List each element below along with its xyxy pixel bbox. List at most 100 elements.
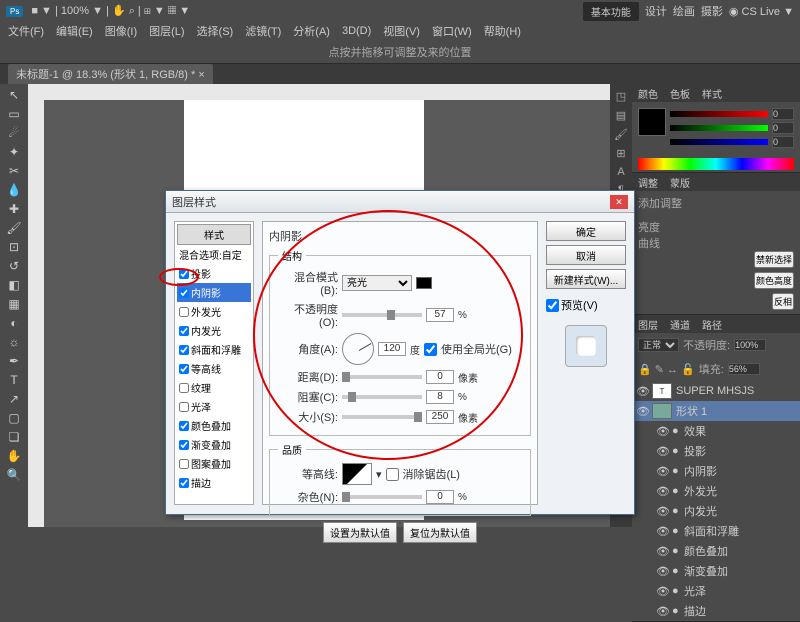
lock-icons[interactable]: 🔒 ✎ ↔ 🔓 [638, 363, 695, 376]
adjust-disable[interactable]: 禁新选择 [754, 251, 794, 268]
style-checkbox[interactable] [179, 421, 189, 431]
noise-value[interactable]: 0 [426, 490, 454, 504]
style-item-投影[interactable]: 投影 [177, 264, 251, 283]
choke-slider[interactable] [342, 395, 422, 399]
brush-panel-icon[interactable]: 🖌 [614, 128, 628, 141]
new-style-button[interactable]: 新建样式(W)... [546, 269, 626, 289]
layer-row[interactable]: 👁●效果 [632, 421, 800, 441]
pen-tool[interactable]: ✒ [3, 352, 25, 370]
r-value[interactable] [772, 108, 794, 120]
visibility-icon[interactable]: 👁 [656, 545, 668, 558]
contour-picker[interactable] [342, 463, 372, 485]
visibility-icon[interactable]: 👁 [656, 505, 668, 518]
visibility-icon[interactable]: 👁 [656, 525, 668, 538]
visibility-icon[interactable]: 👁 [656, 565, 668, 578]
blend-options-item[interactable]: 混合选项:自定 [177, 245, 251, 264]
make-default-button[interactable]: 设置为默认值 [323, 522, 397, 543]
opacity-slider[interactable] [342, 313, 422, 317]
layer-row[interactable]: 👁形状 1 [632, 401, 800, 421]
dialog-titlebar[interactable]: 图层样式 ✕ [166, 191, 634, 213]
style-item-外发光[interactable]: 外发光 [177, 302, 251, 321]
opacity-input[interactable] [734, 339, 766, 351]
layer-row[interactable]: 👁●渐变叠加 [632, 561, 800, 581]
layers-tab[interactable]: 图层 [632, 315, 664, 333]
style-checkbox[interactable] [179, 478, 189, 488]
fill-input[interactable] [728, 363, 760, 375]
dodge-tool[interactable]: ☼ [3, 333, 25, 351]
shape-tool[interactable]: ▢ [3, 409, 25, 427]
channels-tab[interactable]: 通道 [664, 315, 696, 333]
b-slider[interactable] [670, 139, 768, 145]
style-item-等高线[interactable]: 等高线 [177, 359, 251, 378]
global-light-checkbox[interactable] [424, 343, 437, 356]
workspace-draw[interactable]: 绘画 [673, 3, 695, 19]
visibility-icon[interactable]: 👁 [656, 585, 668, 598]
adjust-color[interactable]: 颜色高度 [754, 272, 794, 289]
b-value[interactable] [772, 136, 794, 148]
lasso-tool[interactable]: ☄ [3, 124, 25, 142]
style-item-渐变叠加[interactable]: 渐变叠加 [177, 435, 251, 454]
stamp-tool[interactable]: ⊡ [3, 238, 25, 256]
close-icon[interactable]: ✕ [610, 195, 628, 209]
menu-analysis[interactable]: 分析(A) [293, 23, 330, 39]
layer-row[interactable]: 👁●斜面和浮雕 [632, 521, 800, 541]
style-item-纹理[interactable]: 纹理 [177, 378, 251, 397]
style-item-颜色叠加[interactable]: 颜色叠加 [177, 416, 251, 435]
layer-row[interactable]: 👁TSUPER MHSJS [632, 381, 800, 401]
style-item-斜面和浮雕[interactable]: 斜面和浮雕 [177, 340, 251, 359]
visibility-icon[interactable]: 👁 [656, 445, 668, 458]
cancel-button[interactable]: 取消 [546, 245, 626, 265]
g-value[interactable] [772, 122, 794, 134]
menu-image[interactable]: 图像(I) [105, 23, 137, 39]
document-tab[interactable]: 未标题-1 @ 18.3% (形状 1, RGB/8) * × [8, 64, 213, 84]
history-brush-tool[interactable]: ↺ [3, 257, 25, 275]
style-checkbox[interactable] [179, 440, 189, 450]
color-tab[interactable]: 颜色 [632, 84, 664, 102]
style-item-内发光[interactable]: 内发光 [177, 321, 251, 340]
clone-icon[interactable]: ⊞ [616, 147, 625, 160]
hand-tool[interactable]: ✋ [3, 447, 25, 465]
menu-layer[interactable]: 图层(L) [149, 23, 184, 39]
menu-help[interactable]: 帮助(H) [484, 23, 521, 39]
menu-3d[interactable]: 3D(D) [342, 25, 371, 37]
size-slider[interactable] [342, 415, 422, 419]
menu-select[interactable]: 选择(S) [197, 23, 234, 39]
g-slider[interactable] [670, 125, 768, 131]
crop-tool[interactable]: ✂ [3, 162, 25, 180]
marquee-tool[interactable]: ▭ [3, 105, 25, 123]
type-tool[interactable]: T [3, 371, 25, 389]
heal-tool[interactable]: ✚ [3, 200, 25, 218]
style-checkbox[interactable] [179, 288, 189, 298]
style-checkbox[interactable] [179, 383, 189, 393]
style-item-图案叠加[interactable]: 图案叠加 [177, 454, 251, 473]
layer-row[interactable]: 👁●描边 [632, 601, 800, 621]
blend-mode-dropdown[interactable]: 亮光 [342, 275, 412, 291]
history-icon[interactable]: ◳ [616, 90, 626, 103]
size-value[interactable]: 250 [426, 410, 454, 424]
angle-value[interactable]: 120 [378, 342, 406, 356]
choke-value[interactable]: 8 [426, 390, 454, 404]
layer-row[interactable]: 👁●光泽 [632, 581, 800, 601]
eraser-tool[interactable]: ◧ [3, 276, 25, 294]
style-checkbox[interactable] [179, 307, 189, 317]
wand-tool[interactable]: ✦ [3, 143, 25, 161]
adjust-curves[interactable]: 曲线 [638, 235, 794, 251]
color-spectrum[interactable] [638, 158, 794, 170]
cslive-button[interactable]: ◉ CS Live ▼ [729, 5, 794, 18]
visibility-icon[interactable]: 👁 [656, 485, 668, 498]
r-slider[interactable] [670, 111, 768, 117]
3d-tool[interactable]: ❏ [3, 428, 25, 446]
reset-default-button[interactable]: 复位为默认值 [403, 522, 477, 543]
workspace-design[interactable]: 设计 [645, 3, 667, 19]
swatches-tab[interactable]: 色板 [664, 84, 696, 102]
brush-tool[interactable]: 🖌 [3, 219, 25, 237]
visibility-icon[interactable]: 👁 [656, 605, 668, 618]
visibility-icon[interactable]: 👁 [656, 465, 668, 478]
move-tool[interactable]: ↖ [3, 86, 25, 104]
menu-edit[interactable]: 编辑(E) [56, 23, 93, 39]
layer-row[interactable]: 👁●颜色叠加 [632, 541, 800, 561]
adjust-brightness[interactable]: 亮度 [638, 219, 794, 235]
blur-tool[interactable]: ◐ [3, 314, 25, 332]
contour-dropdown-icon[interactable]: ▾ [376, 468, 382, 481]
style-item-内阴影[interactable]: 内阴影 [177, 283, 251, 302]
